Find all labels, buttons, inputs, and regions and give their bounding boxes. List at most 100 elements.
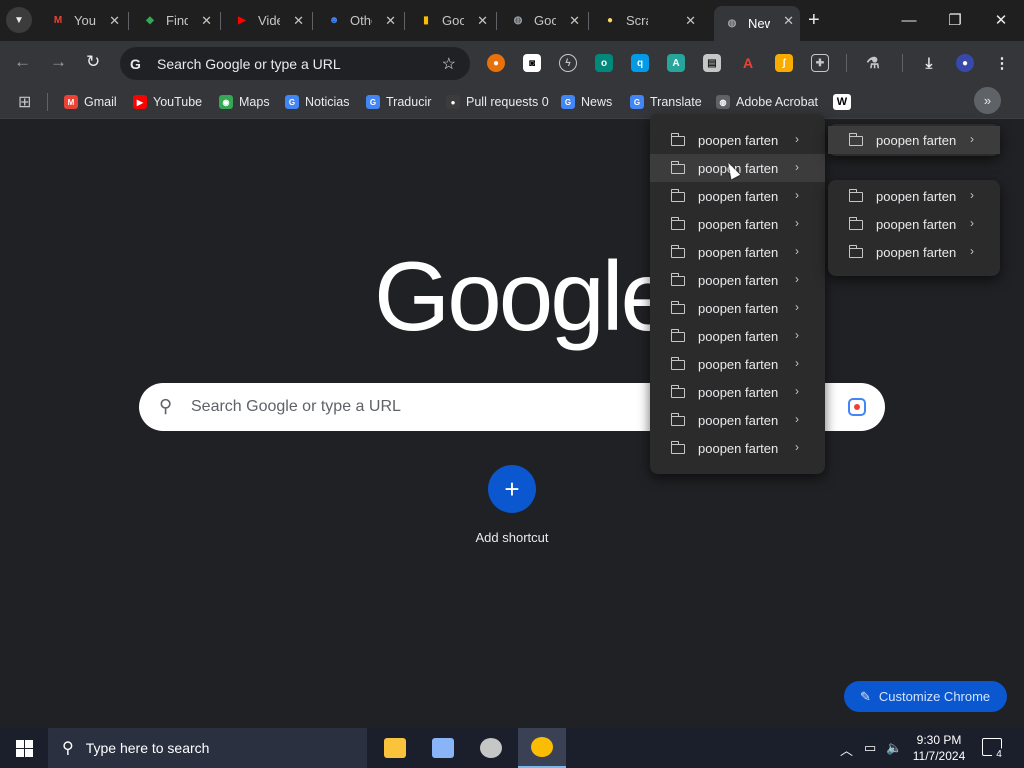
folder-label: poopen farten [698,217,779,232]
close-tab-icon[interactable]: ✕ [293,13,304,29]
reload-button[interactable]: ↻ [86,52,100,72]
bookmark-folder-item[interactable]: poopen farten › [828,126,1000,154]
tab[interactable]: M YouTube ✕ [40,6,126,35]
bookmark-item[interactable]: ◉ Maps [219,92,270,112]
extension-a-icon[interactable]: A [667,54,685,72]
new-tab-button[interactable]: + [808,9,820,32]
close-tab-icon[interactable]: ✕ [201,13,212,29]
search-icon: ⚲ [159,396,173,416]
tab-title: Google [534,13,556,28]
labs-flask-icon[interactable]: ⚗ [864,54,882,72]
folder-icon [848,133,863,146]
network-icon[interactable]: ▭ [864,740,876,756]
chevron-right-icon: › [795,132,799,146]
bookmark-folder-item[interactable]: poopen farten › [650,406,825,434]
extension-ox-icon[interactable]: o [595,54,613,72]
bookmark-folder-item[interactable]: poopen farten › [650,350,825,378]
menu-kebab-icon[interactable]: ⋮ [993,54,1011,72]
bookmark-item[interactable]: ● Pull requests 0 [446,92,549,112]
bookmark-folder-item[interactable]: poopen farten › [650,266,825,294]
apps-grid-icon[interactable]: ⊞ [18,92,31,112]
bookmark-item[interactable]: G Traducir [366,92,431,112]
bookmark-folder-item[interactable]: poopen farten › [650,378,825,406]
bookmark-submenu-top: poopen farten › [828,124,1000,156]
volume-icon[interactable]: 🔈 [886,740,902,756]
bookmark-folder-item[interactable]: poopen farten › [650,238,825,266]
close-tab-icon[interactable]: ✕ [477,13,488,29]
bookmark-item[interactable]: G Translate [630,92,702,112]
extension-bolt-icon[interactable]: ϟ [559,54,577,72]
extension-acrobat-icon[interactable]: A [739,54,757,72]
bookmark-folder-item[interactable]: poopen farten › [650,294,825,322]
chevron-right-icon: › [795,412,799,426]
close-tab-icon[interactable]: ✕ [685,13,696,29]
extension-orange-icon[interactable]: ● [487,54,505,72]
folder-label: poopen farten [698,441,779,456]
chevron-right-icon: › [795,272,799,286]
address-bar-placeholder: Search Google or type a URL [157,55,341,72]
close-tab-icon[interactable]: ✕ [385,13,396,29]
extension-hook-icon[interactable]: ʃ [775,54,793,72]
add-shortcut-button[interactable]: + [488,465,536,513]
bookmark-item[interactable]: M Gmail [64,92,117,112]
extension-q-icon[interactable]: q [631,54,649,72]
add-shortcut-label[interactable]: Add shortcut [440,530,584,545]
clock-time: 9:30 PM [916,733,962,747]
taskbar-app-button[interactable] [467,728,515,768]
tab[interactable]: ◍ Google ✕ [500,6,586,35]
tab[interactable]: ● Scratch ✕ [592,6,702,35]
bookmark-folder-item[interactable]: poopen farten › [828,238,1000,266]
tab[interactable]: ☻ Other ✕ [316,6,402,35]
close-window-button[interactable]: ✕ [979,6,1023,34]
tab[interactable]: ◆ Find ✕ [132,6,218,35]
bookmark-folder-item[interactable]: poopen farten › [650,434,825,462]
extension-printer-icon[interactable]: ▤ [703,54,721,72]
profile-avatar[interactable]: ● [956,54,974,72]
minimize-button[interactable]: — [887,6,931,34]
bookmark-item[interactable]: W [833,92,857,112]
system-clock[interactable]: 9:30 PM 11/7/2024 [905,732,973,764]
tab[interactable]: ◍ New Tab ✕ [714,6,800,41]
close-tab-icon[interactable]: ✕ [783,13,794,29]
extension-face-icon[interactable]: ◙ [523,54,541,72]
taskbar-app-button[interactable] [419,728,467,768]
start-button[interactable] [0,728,48,768]
restore-button[interactable]: ❐ [933,6,977,34]
chevron-up-icon[interactable]: ︿ [840,740,853,759]
address-bar[interactable]: G Search Google or type a URL ☆ [120,47,470,80]
bookmark-folder-item[interactable]: poopen farten › [828,182,1000,210]
folder-icon [848,245,863,258]
bookmarks-overflow-button[interactable]: » [974,87,1001,114]
bookmark-item[interactable]: ◍ Adobe Acrobat [716,92,818,112]
bookmark-folder-item[interactable]: poopen farten › [650,154,825,182]
bookmark-folder-item[interactable]: poopen farten › [650,322,825,350]
bookmark-label: Gmail [84,95,117,109]
chrome-taskbar-button[interactable] [518,728,566,768]
tab[interactable]: ▮ Google ✕ [408,6,494,35]
back-button[interactable]: ← [14,52,31,72]
taskbar-search-placeholder: Type here to search [85,740,210,756]
bookmark-folder-item[interactable]: poopen farten › [828,210,1000,238]
tab-search-button[interactable]: ▼ [6,7,32,33]
file-explorer-button[interactable] [371,728,419,768]
extensions-puzzle-icon[interactable]: ✚ [811,54,829,72]
bookmark-folder-item[interactable]: poopen farten › [650,182,825,210]
bookmark-folder-item[interactable]: poopen farten › [650,126,825,154]
bookmark-item[interactable]: G Noticias [285,92,349,112]
forward-button[interactable]: → [50,52,67,72]
customize-chrome-button[interactable]: ✎ Customize Chrome [844,681,1007,712]
folder-icon [670,441,685,454]
chevron-down-icon: ▼ [14,14,24,26]
bookmark-label: Translate [650,95,702,109]
bookmark-star-icon[interactable]: ☆ [442,54,456,74]
download-icon[interactable]: ⤓ [920,54,938,72]
close-tab-icon[interactable]: ✕ [109,13,120,29]
folder-icon [670,413,685,426]
tab[interactable]: ▶ Video ✕ [224,6,310,35]
taskbar-search[interactable]: ⚲ Type here to search [48,728,367,768]
close-tab-icon[interactable]: ✕ [569,13,580,29]
bookmark-folder-item[interactable]: poopen farten › [650,210,825,238]
bookmark-item[interactable]: G News [561,92,612,112]
bookmark-item[interactable]: ▶ YouTube [133,92,202,112]
google-lens-icon[interactable] [848,398,866,416]
